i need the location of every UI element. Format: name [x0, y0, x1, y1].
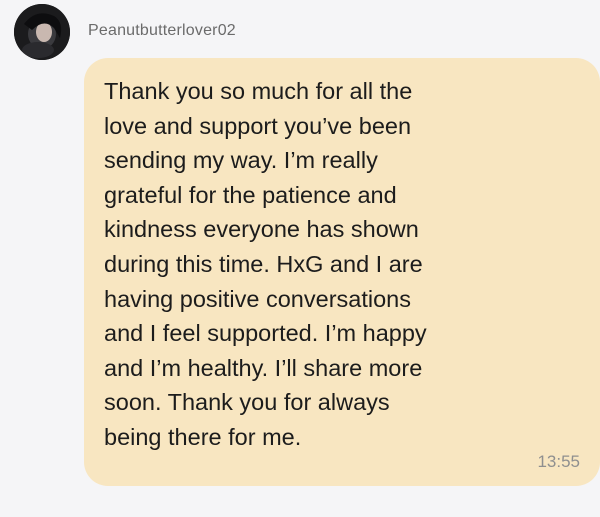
sender-username[interactable]: Peanutbutterlover02	[88, 22, 236, 40]
user-avatar-photo-icon	[14, 4, 70, 60]
message-timestamp: 13:55	[537, 452, 580, 471]
message-text: Thank you so much for all the love and s…	[104, 78, 427, 450]
message-bubble[interactable]: Thank you so much for all the love and s…	[84, 58, 600, 486]
avatar[interactable]	[14, 4, 70, 60]
